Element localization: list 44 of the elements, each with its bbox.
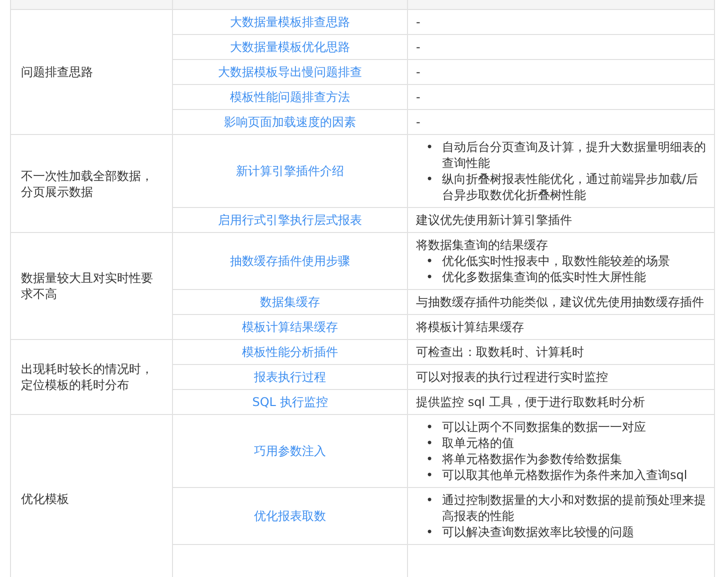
- bullet-marker: •: [426, 435, 434, 451]
- note-text: -: [416, 64, 422, 80]
- note-bullet: 优化低实时性报表中，取数性能较差的场景: [442, 253, 671, 269]
- bullet-marker: •: [426, 269, 434, 285]
- bullet-marker: •: [426, 524, 434, 540]
- bullet-marker: •: [426, 171, 434, 188]
- doc-link[interactable]: 报表执行过程: [254, 370, 326, 384]
- note-text: 建议优先使用新计算引擎插件: [416, 212, 573, 228]
- note-text: -: [416, 89, 422, 105]
- note-bullet: 将单元格数据作为参数传给数据集: [442, 451, 623, 467]
- scenario-text: 不一次性加载全部数据，分页展示数据: [21, 168, 153, 198]
- note-text: 将模板计算结果缓存: [416, 319, 525, 335]
- note-text: -: [416, 14, 422, 30]
- note-text: -: [416, 39, 422, 55]
- bullet-marker: •: [426, 467, 434, 483]
- scenario-text: 问题排查思路: [21, 65, 93, 79]
- bullet-marker: •: [426, 253, 434, 269]
- bullet-marker: •: [426, 419, 434, 435]
- doc-link[interactable]: 数据集缓存: [260, 295, 320, 309]
- scenario-text: 出现耗时较长的情况时，定位模板的耗时分布: [21, 362, 153, 392]
- note-text: 将数据集查询的结果缓存: [416, 237, 549, 253]
- note-bullet: 优化多数据集查询的低实时性大屏性能: [442, 269, 647, 285]
- note-text: 提供监控 sql 工具，便于进行取数耗时分析: [416, 394, 646, 410]
- note-bullet: 自动后台分页查询及计算，提升大数据量明细表的查询性能: [442, 139, 706, 171]
- note-bullet: 纵向折叠树报表性能优化，通过前端异步加载/后台异步取数优化折叠树性能: [442, 171, 700, 203]
- note-text: -: [416, 114, 422, 130]
- bullet-marker: •: [426, 492, 434, 509]
- note-bullet: 可以让两个不同数据集的数据一一对应: [442, 419, 647, 435]
- note-bullet: 可以取其他单元格数据作为条件来加入查询sql: [442, 467, 688, 483]
- bullet-marker: •: [426, 451, 434, 467]
- bullet-marker: •: [426, 139, 434, 156]
- doc-link[interactable]: 新计算引擎插件介绍: [236, 164, 344, 178]
- note-bullet: 取单元格的值: [442, 435, 515, 451]
- doc-link[interactable]: SQL 执行监控: [252, 395, 328, 409]
- note-text: 可检查出：取数耗时、计算耗时: [416, 344, 585, 360]
- doc-link[interactable]: 巧用参数注入: [254, 444, 326, 458]
- note-bullet: 通过控制数据量的大小和对数据的提前预处理来提高报表的性能: [442, 492, 706, 524]
- note-bullet: 可以解决查询数据效率比较慢的问题: [442, 524, 635, 540]
- note-text: 与抽数缓存插件功能类似，建议优先使用抽数缓存插件: [416, 294, 705, 310]
- doc-link[interactable]: 抽数缓存插件使用步骤: [230, 254, 350, 268]
- note-text: 可以对报表的执行过程进行实时监控: [416, 369, 609, 385]
- scenario-text: 优化模板: [21, 492, 69, 506]
- scenario-text: 数据量较大且对实时性要求不高: [21, 271, 153, 301]
- doc-link[interactable]: 优化报表取数: [254, 509, 326, 523]
